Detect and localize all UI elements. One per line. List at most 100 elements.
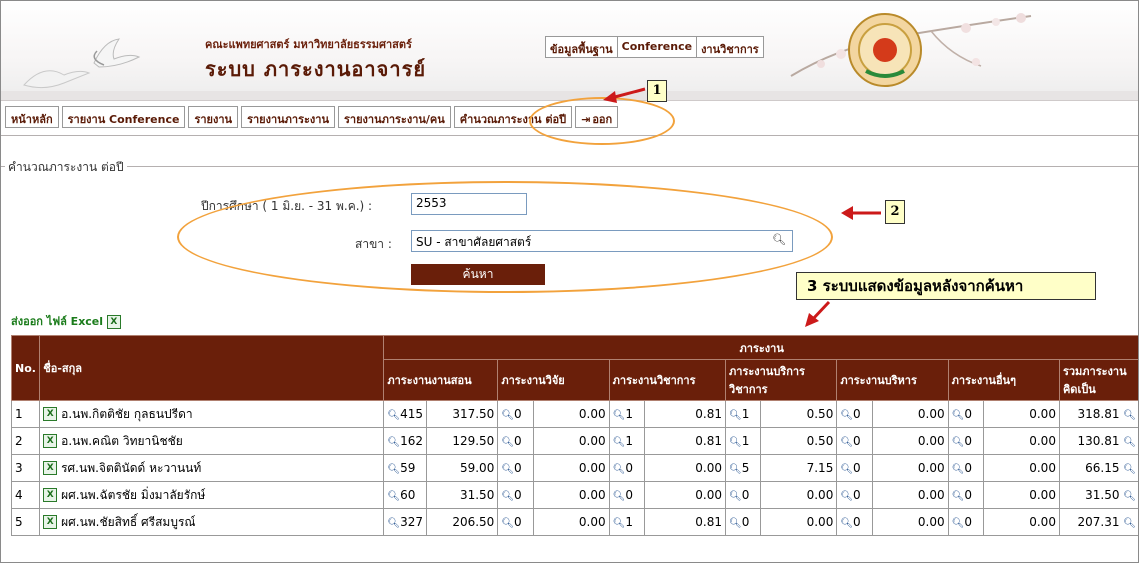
magnifier-icon: 🔍︎ — [612, 437, 626, 448]
count-value: 1 — [625, 407, 633, 421]
total-cell[interactable]: 130.81 🔍︎ — [1058, 427, 1138, 455]
total-cell[interactable]: 318.81 🔍︎ — [1058, 400, 1138, 428]
count-value: 327 — [400, 515, 423, 529]
magnifier-icon: 🔍︎ — [951, 410, 965, 421]
count-link[interactable]: 🔍︎0 — [725, 508, 762, 536]
count-value: 0 — [853, 434, 861, 448]
staff-name[interactable]: รศ.นพ.จิตตินัดด์ หะวานนท์ — [61, 461, 201, 475]
excel-icon[interactable]: X — [43, 407, 58, 421]
count-link[interactable]: 🔍︎0 — [497, 481, 534, 509]
total-cell[interactable]: 31.50 🔍︎ — [1058, 481, 1138, 509]
count-link[interactable]: 🔍︎0 — [497, 400, 534, 428]
workload-value: 7.15 — [760, 454, 838, 482]
count-link[interactable]: 🔍︎1 — [608, 508, 646, 536]
export-excel-link[interactable]: ส่งออก ไฟล์ Excel X — [11, 312, 121, 330]
tab-conference-report[interactable]: รายงาน Conference — [61, 106, 186, 128]
table-row: 2X อ.นพ.คณิต วิทยานิชชัย 🔍︎162 129.50 🔍︎0 0.… — [10, 427, 1138, 455]
workload-value: 0.00 — [644, 481, 727, 509]
count-link[interactable]: 🔍︎0 — [836, 427, 873, 455]
annotation-callout-3: 3 ระบบแสดงข้อมูลหลังจากค้นหา — [796, 272, 1096, 300]
count-link[interactable]: 🔍︎0 — [947, 508, 985, 536]
magnifier-icon: 🔍︎ — [729, 437, 742, 448]
header-banner: คณะแพทยศาสตร์ มหาวิทยาลัยธรรมศาสตร์ ระบบ… — [1, 1, 1138, 101]
count-link[interactable]: 🔍︎0 — [497, 454, 534, 482]
topnav-conference[interactable]: Conference — [618, 37, 698, 57]
count-link[interactable]: 🔍︎0 — [497, 427, 534, 455]
total-value: 31.50 — [1085, 488, 1120, 502]
workload-table: No. ชื่อ-สกุล ภาระงาน ภาระงานงานสอน ภาระ… — [10, 335, 1138, 536]
count-value: 0 — [514, 407, 522, 421]
count-value: 0 — [964, 407, 972, 421]
count-link[interactable]: 🔍︎415 — [383, 400, 428, 428]
col-header-teaching: ภาระงานงานสอน — [383, 359, 499, 401]
workload-value: 0.00 — [983, 481, 1060, 509]
excel-icon[interactable]: X — [43, 434, 58, 448]
workload-value: 0.00 — [644, 454, 727, 482]
count-link[interactable]: 🔍︎0 — [947, 427, 985, 455]
count-link[interactable]: 🔍︎5 — [725, 454, 762, 482]
magnifier-icon: 🔍︎ — [1123, 491, 1136, 502]
excel-icon[interactable]: X — [43, 461, 58, 475]
magnifier-icon: 🔍︎ — [501, 491, 515, 502]
row-name-cell: X ผศ.นพ.ฉัตรชัย มิ่งมาลัยรักษ์ — [39, 481, 385, 509]
annotation-number-2: 2 — [885, 200, 905, 224]
row-number: 2 — [10, 427, 41, 455]
row-name-cell: X อ.นพ.กิตติชัย กุลธนปรีดา — [39, 400, 385, 428]
magnifier-icon: 🔍︎ — [840, 491, 854, 502]
arrow-3-icon — [805, 300, 831, 327]
staff-name[interactable]: ผศ.นพ.ฉัตรชัย มิ่งมาลัยรักษ์ — [61, 488, 205, 502]
search-section-divider — [1, 166, 1138, 167]
count-link[interactable]: 🔍︎0 — [947, 400, 985, 428]
count-link[interactable]: 🔍︎1 — [608, 427, 646, 455]
count-link[interactable]: 🔍︎1 — [725, 427, 762, 455]
count-link[interactable]: 🔍︎0 — [836, 481, 873, 509]
col-header-name: ชื่อ-สกุล — [39, 335, 385, 401]
count-link[interactable]: 🔍︎0 — [836, 508, 873, 536]
count-link[interactable]: 🔍︎0 — [497, 508, 534, 536]
count-link[interactable]: 🔍︎1 — [608, 400, 646, 428]
tab-workload-per-person[interactable]: รายงานภาระงาน/คน — [337, 106, 451, 128]
magnifier-icon: 🔍︎ — [501, 437, 515, 448]
tab-home[interactable]: หน้าหลัก — [5, 106, 59, 128]
faculty-name: คณะแพทยศาสตร์ มหาวิทยาลัยธรรมศาสตร์ — [205, 38, 412, 51]
count-link[interactable]: 🔍︎0 — [725, 481, 762, 509]
tab-workload-report[interactable]: รายงานภาระงาน — [241, 106, 335, 128]
staff-name[interactable]: อ.นพ.คณิต วิทยานิชชัย — [61, 434, 183, 448]
excel-icon[interactable]: X — [43, 515, 58, 529]
count-link[interactable]: 🔍︎0 — [836, 400, 873, 428]
workload-value: 59.00 — [426, 454, 499, 482]
topnav-academic[interactable]: งานวิชาการ — [697, 37, 763, 57]
row-number: 1 — [10, 400, 41, 428]
tab-report[interactable]: รายงาน — [188, 106, 239, 128]
magnifier-icon: 🔍︎ — [501, 410, 515, 421]
total-cell[interactable]: 207.31 🔍︎ — [1058, 508, 1138, 536]
topnav-basic-data[interactable]: ข้อมูลพื้นฐาน — [546, 37, 618, 57]
arrow-1-icon — [603, 87, 646, 103]
count-link[interactable]: 🔍︎1 — [725, 400, 762, 428]
row-number: 4 — [10, 481, 41, 509]
staff-name[interactable]: ผศ.นพ.ชัยสิทธิ์ ศรีสมบูรณ์ — [61, 515, 195, 529]
magnifier-icon: 🔍︎ — [387, 464, 401, 475]
count-link[interactable]: 🔍︎0 — [836, 454, 873, 482]
count-link[interactable]: 🔍︎60 — [383, 481, 428, 509]
count-link[interactable]: 🔍︎59 — [383, 454, 428, 482]
count-link[interactable]: 🔍︎0 — [947, 481, 985, 509]
highlight-ellipse-tab — [529, 97, 675, 145]
total-cell[interactable]: 66.15 🔍︎ — [1058, 454, 1138, 482]
count-link[interactable]: 🔍︎0 — [947, 454, 985, 482]
count-value: 5 — [741, 461, 750, 475]
col-header-academic: ภาระงานวิชาการ — [608, 359, 727, 401]
staff-name[interactable]: อ.นพ.กิตติชัย กุลธนปรีดา — [61, 407, 193, 421]
excel-icon[interactable]: X — [43, 488, 58, 502]
magnifier-icon: 🔍︎ — [951, 464, 965, 475]
count-link[interactable]: 🔍︎0 — [608, 481, 646, 509]
count-link[interactable]: 🔍︎0 — [608, 454, 646, 482]
count-value: 0 — [625, 461, 633, 475]
count-link[interactable]: 🔍︎327 — [383, 508, 428, 536]
workload-value: 31.50 — [426, 481, 499, 509]
table-row: 3X รศ.นพ.จิตตินัดด์ หะวานนท์ 🔍︎59 59.00 🔍︎0… — [10, 454, 1138, 482]
magnifier-icon: 🔍︎ — [729, 518, 742, 529]
col-header-administration: ภาระงานบริหาร — [836, 359, 949, 401]
magnifier-icon: 🔍︎ — [1123, 464, 1136, 475]
count-link[interactable]: 🔍︎162 — [383, 427, 428, 455]
